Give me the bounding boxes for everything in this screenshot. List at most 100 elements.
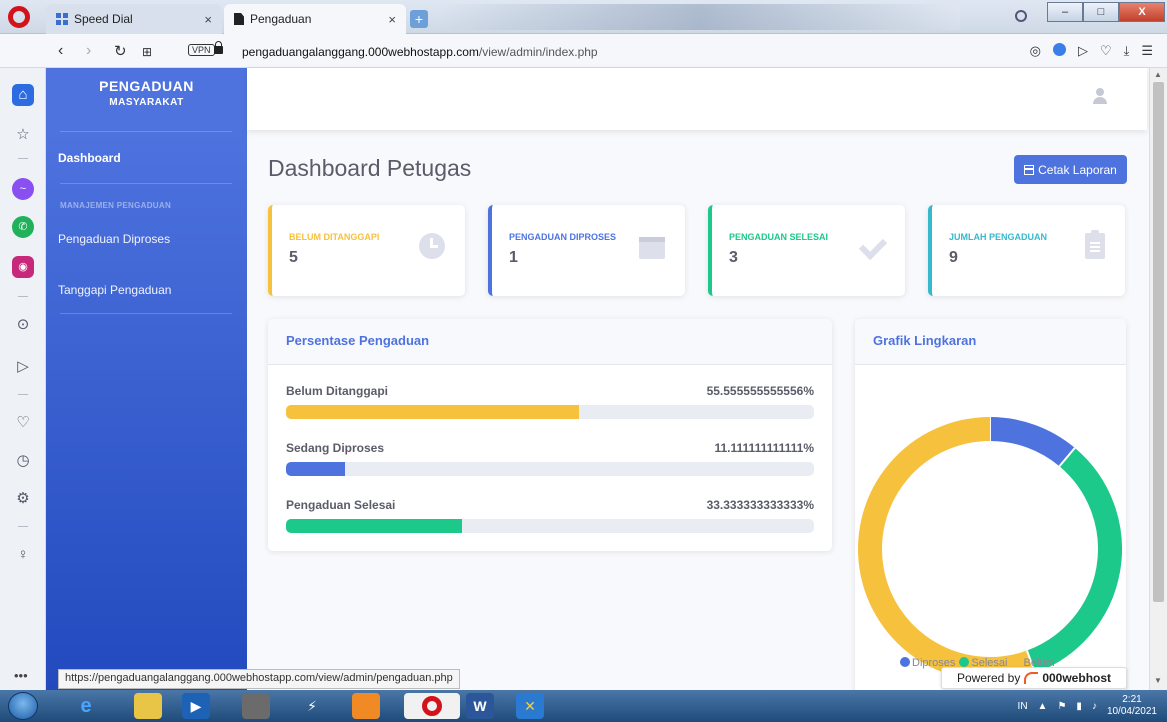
scroll-up-icon[interactable]: ▲ [1154,70,1162,79]
card-value: 5 [289,249,298,266]
card-processed: PENGADUAN DIPROSES 1 [488,205,685,296]
close-window-button[interactable]: X [1119,2,1165,22]
network-icon[interactable]: ▮ [1076,701,1082,712]
system-tray: IN ▲ ⚑ ▮ ♪ 2:21 10/04/2021 [1018,694,1157,718]
card-value: 1 [509,249,518,266]
reload-icon[interactable]: ↻ [114,42,127,60]
tab-speed-dial[interactable]: Speed Dial × [46,4,222,34]
sidebar-item-respond[interactable]: Tanggapi Pengaduan [58,283,171,297]
forward-icon[interactable]: › [86,42,91,60]
word-icon[interactable]: W [466,693,494,719]
card-value: 3 [729,249,738,266]
progress-row-finished: Pengaduan Selesai 33.333333333333% [286,498,814,533]
ie-icon[interactable]: e [72,693,100,719]
powered-by-prefix: Powered by [956,671,1021,685]
tab-title: Speed Dial [74,12,133,26]
tool-icon[interactable]: ⚡ [298,693,326,719]
percentage-panel: Persentase Pengaduan Belum Ditanggapi 55… [268,319,832,551]
download-icon[interactable]: ⤓ [1124,43,1130,59]
donut-chart[interactable] [855,389,1126,689]
windows-taskbar: e ▶ ⚡ W ✕ IN ▲ ⚑ ▮ ♪ 2:21 10/04/2021 [0,690,1167,722]
send-icon[interactable]: ▷ [1078,43,1088,59]
minimize-button[interactable]: – [1047,2,1083,22]
speed-dial-icon [56,13,68,25]
page-favicon-icon [234,13,244,25]
progress-track [286,519,814,533]
donut-slice-selesai[interactable] [1026,447,1122,674]
home-icon[interactable]: ⌂ [12,84,34,106]
scroll-down-icon[interactable]: ▼ [1154,676,1162,685]
easy-setup-icon[interactable]: ☰ [1141,43,1153,59]
powered-by-brand: 000webhost [1042,671,1112,685]
lock-icon[interactable] [214,41,223,54]
snapshot-icon[interactable]: ◎ [1030,43,1041,59]
lightbulb-icon[interactable]: ♀ [12,544,34,566]
sidebar-heading: MANAJEMEN PENGADUAN [60,201,172,210]
maximize-button[interactable]: □ [1083,2,1119,22]
instagram-icon[interactable]: ◉ [12,256,34,278]
vpn-badge[interactable]: VPN [188,44,215,56]
donut-chart-panel: Grafik Lingkaran [855,319,1126,699]
sidebar-item-processed[interactable]: Pengaduan Diproses [58,232,170,246]
user-icon[interactable] [1093,88,1107,104]
card-total: JUMLAH PENGADUAN 9 [928,205,1125,296]
explorer-icon[interactable] [134,693,162,719]
new-tab-button[interactable]: + [410,10,428,28]
heart-icon[interactable]: ♡ [12,412,34,434]
start-button[interactable] [8,692,38,720]
progress-track [286,462,814,476]
close-tab-icon[interactable]: × [204,12,212,27]
donut-slice-belum[interactable] [858,417,1036,681]
archive-icon[interactable] [242,693,270,719]
shield-icon[interactable] [1052,43,1066,56]
sidebar-divider [18,158,28,159]
speed-dial-grid-icon[interactable]: ⊞ [142,45,152,59]
star-icon[interactable]: ☆ [12,124,34,146]
tray-expand-icon[interactable]: ▲ [1038,701,1048,712]
history-icon[interactable]: ◷ [12,450,34,472]
tab-title: Pengaduan [250,12,312,26]
sidebar-divider [60,131,232,132]
brand-subtitle: MASYARAKAT [109,97,184,108]
more-icon[interactable]: ••• [14,668,28,683]
brand[interactable]: PENGADUAN MASYARAKAT [46,78,247,108]
tab-search-icon[interactable] [1015,10,1027,22]
page-scrollbar[interactable]: ▲ ▼ [1149,68,1167,690]
clock[interactable]: 2:21 10/04/2021 [1107,694,1157,718]
url-domain: pengaduangalanggang.000webhostapp.com [242,45,479,59]
clipboard-icon [1085,230,1105,259]
whatsapp-icon[interactable]: ✆ [12,216,34,238]
print-report-button[interactable]: Cetak Laporan [1014,155,1127,184]
back-icon[interactable]: ‹ [58,42,63,60]
heart-icon[interactable]: ♡ [1100,43,1112,59]
opera-taskbar-icon[interactable] [404,693,460,719]
calendar-icon [639,237,665,259]
progress-row-processing: Sedang Diproses 11.111111111111% [286,441,814,476]
flag-icon[interactable]: ⚑ [1057,701,1066,712]
opera-menu-icon[interactable] [8,6,30,28]
card-pending: BELUM DITANGGAPI 5 [268,205,465,296]
address-bar: ‹ › ↻ ⊞ VPN pengaduangalanggang.000webho… [0,34,1167,68]
player-icon[interactable]: ⊙ [12,314,34,336]
settings-icon[interactable]: ⚙ [12,488,34,510]
close-tab-icon[interactable]: × [388,12,396,27]
powered-by-badge[interactable]: Powered by 000webhost [941,667,1127,689]
progress-percent: 55.555555555556% [706,384,814,398]
donut-slice-diproses[interactable] [989,417,1075,467]
donut-chart-title: Grafik Lingkaran [855,319,1126,365]
media-player-icon[interactable]: ▶ [182,693,210,719]
flow-icon[interactable]: ▷ [12,356,34,378]
topbar [247,68,1147,130]
progress-fill [286,405,580,419]
messenger-icon[interactable]: ~ [12,178,34,200]
volume-icon[interactable]: ♪ [1092,701,1097,712]
xampp-icon[interactable]: ✕ [516,693,544,719]
clock-date: 10/04/2021 [1106,706,1157,717]
scroll-thumb[interactable] [1153,82,1164,602]
url-field[interactable]: pengaduangalanggang.000webhostapp.com/vi… [242,45,598,59]
language-indicator[interactable]: IN [1018,701,1028,712]
uc-browser-icon[interactable] [352,693,380,719]
sidebar-item-dashboard[interactable]: Dashboard [58,151,121,165]
tab-strip-background [440,4,960,30]
tab-pengaduan[interactable]: Pengaduan × [224,4,406,34]
